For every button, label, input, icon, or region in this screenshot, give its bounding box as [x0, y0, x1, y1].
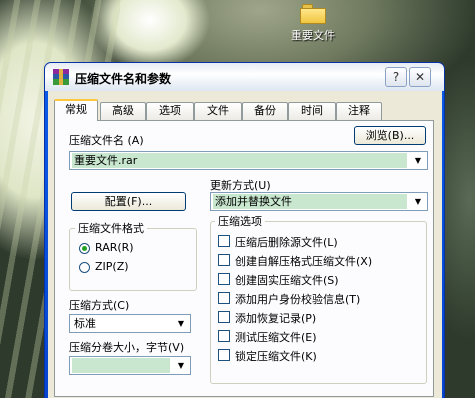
tab-comment[interactable]: 注释	[336, 102, 382, 120]
archive-name-value[interactable]: 重要文件.rar	[72, 153, 407, 168]
update-mode-label: 更新方式(U)	[210, 179, 271, 192]
split-size-label: 压缩分卷大小，字节(V)	[69, 341, 185, 354]
format-rar-radio[interactable]	[79, 243, 90, 254]
option-label[interactable]: 创建自解压格式压缩文件(X)	[235, 253, 372, 269]
option-label[interactable]: 添加用户身份校验信息(T)	[235, 291, 360, 307]
format-group-title: 压缩文件格式	[75, 220, 147, 236]
update-mode-value[interactable]: 添加并替换文件	[213, 194, 407, 209]
desktop-icon-label: 重要文件	[291, 29, 335, 42]
delete-after-checkbox[interactable]	[218, 235, 230, 247]
sfx-checkbox[interactable]	[218, 254, 230, 266]
close-button[interactable]: ✕	[409, 67, 431, 87]
help-button[interactable]: ?	[385, 67, 407, 87]
format-group	[69, 228, 197, 291]
title-bar[interactable]: 压缩文件名和参数 ? ✕	[45, 63, 444, 91]
archive-dialog: 压缩文件名和参数 ? ✕ 常规 高级 选项 文件 备份 时间 注释 压缩文件名 …	[44, 62, 445, 398]
test-archive-checkbox[interactable]	[218, 330, 230, 342]
option-label[interactable]: 添加恢复记录(P)	[235, 310, 316, 326]
tab-files[interactable]: 文件	[194, 102, 242, 120]
split-size-value[interactable]	[72, 358, 170, 373]
archive-name-combo[interactable]: 重要文件.rar ▼	[69, 151, 428, 170]
option-label[interactable]: 测试压缩文件(E)	[235, 329, 317, 345]
chevron-down-icon[interactable]: ▼	[410, 153, 426, 168]
solid-checkbox[interactable]	[218, 273, 230, 285]
method-label: 压缩方式(C)	[69, 299, 130, 312]
option-label[interactable]: 压缩后删除源文件(L)	[235, 234, 338, 250]
desktop-folder-icon[interactable]: 重要文件	[278, 4, 348, 43]
chevron-down-icon[interactable]: ▼	[173, 358, 189, 373]
tab-advanced[interactable]: 高级	[100, 102, 146, 120]
format-zip-radio[interactable]	[79, 262, 90, 273]
browse-button[interactable]: 浏览(B)...	[354, 126, 426, 145]
tab-strip: 常规 高级 选项 文件 备份 时间 注释	[54, 99, 434, 121]
tab-options[interactable]: 选项	[146, 102, 194, 120]
option-label[interactable]: 锁定压缩文件(K)	[235, 348, 317, 364]
method-value[interactable]: 标准	[72, 316, 170, 331]
split-size-combo[interactable]: ▼	[69, 356, 191, 375]
tab-general[interactable]: 常规	[54, 99, 98, 121]
dialog-client-area: 常规 高级 选项 文件 备份 时间 注释 压缩文件名 (A) 浏览(B)... …	[48, 91, 442, 398]
chevron-down-icon[interactable]: ▼	[410, 194, 426, 209]
archive-name-label: 压缩文件名 (A)	[69, 134, 144, 147]
folder-icon	[300, 4, 326, 24]
winrar-app-icon	[53, 69, 69, 85]
format-rar-label[interactable]: RAR(R)	[95, 241, 134, 254]
tab-time[interactable]: 时间	[288, 102, 336, 120]
format-zip-label[interactable]: ZIP(Z)	[95, 260, 129, 273]
profile-button[interactable]: 配置(F)...	[71, 192, 186, 211]
lock-archive-checkbox[interactable]	[218, 349, 230, 361]
update-mode-combo[interactable]: 添加并替换文件 ▼	[210, 192, 428, 211]
general-tab-panel: 压缩文件名 (A) 浏览(B)... 重要文件.rar ▼ 更新方式(U) 配置…	[54, 120, 434, 397]
authenticity-checkbox[interactable]	[218, 292, 230, 304]
option-label[interactable]: 创建固实压缩文件(S)	[235, 272, 339, 288]
window-title: 压缩文件名和参数	[75, 72, 172, 86]
chevron-down-icon[interactable]: ▼	[173, 316, 189, 331]
options-group-title: 压缩选项	[215, 213, 265, 229]
recovery-record-checkbox[interactable]	[218, 311, 230, 323]
tab-backup[interactable]: 备份	[242, 102, 288, 120]
method-combo[interactable]: 标准 ▼	[69, 314, 191, 333]
